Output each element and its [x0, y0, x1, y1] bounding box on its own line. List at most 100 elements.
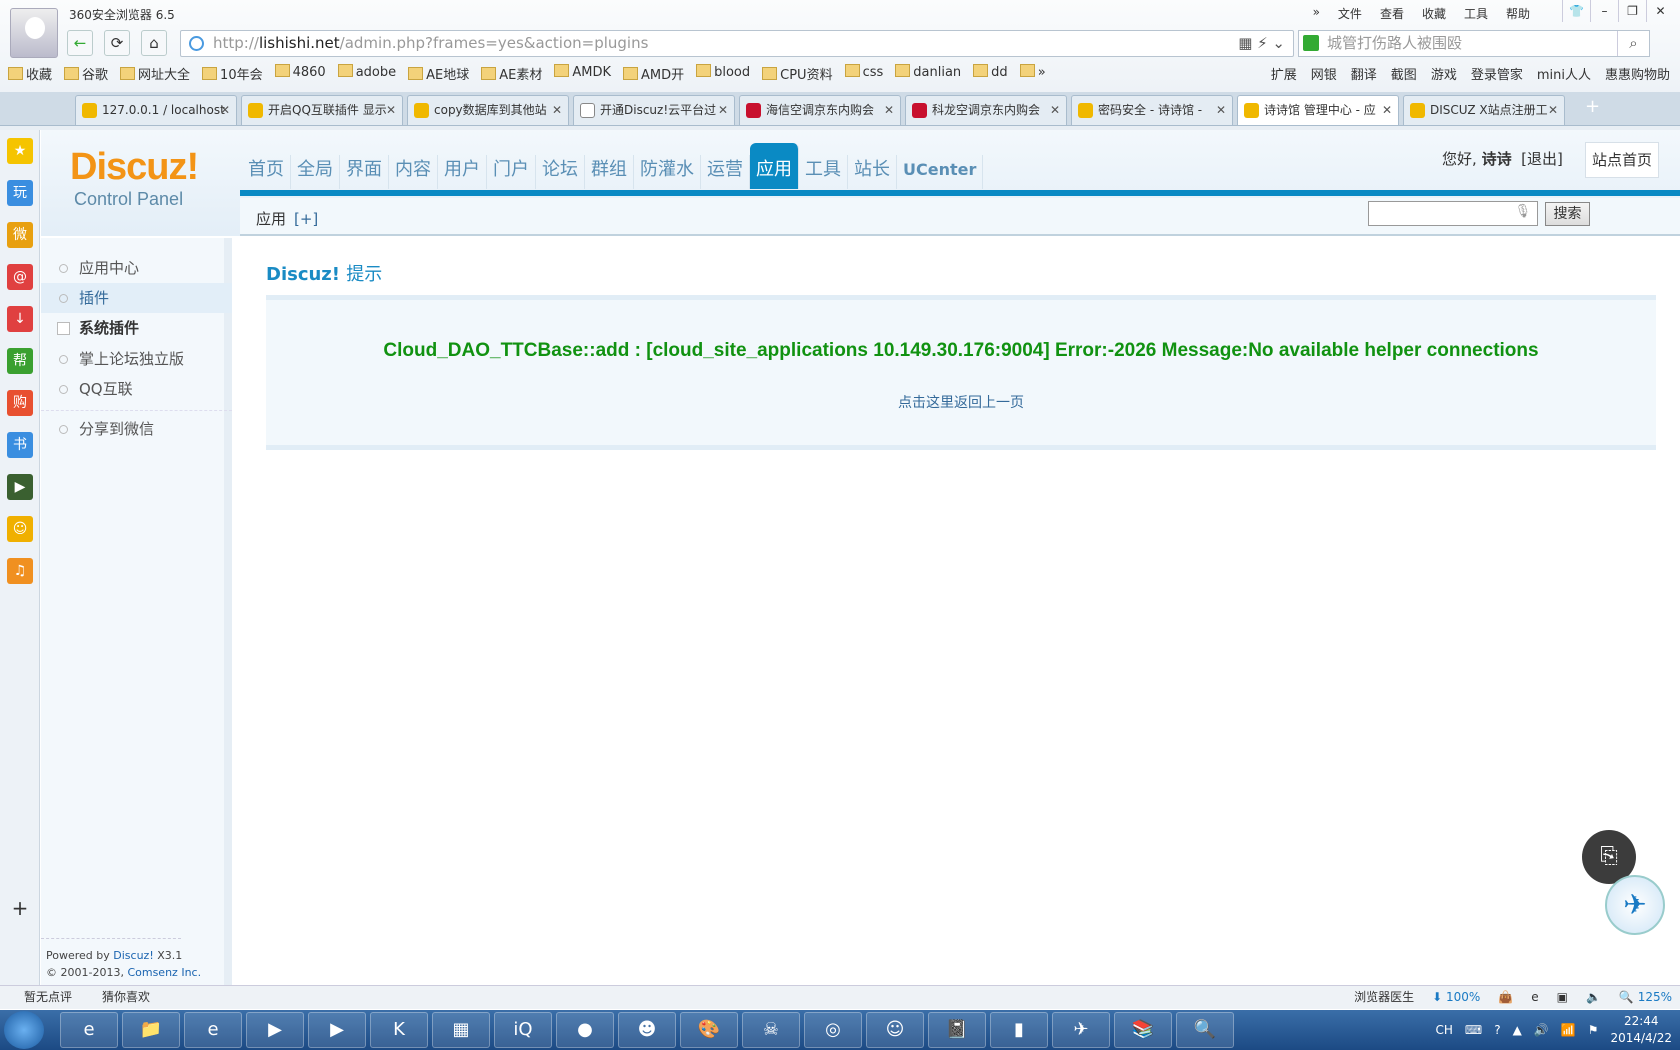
close-tab-icon[interactable]: ✕	[1216, 96, 1226, 124]
side-tool-icon[interactable]: @	[7, 264, 33, 290]
browser-doctor[interactable]: 浏览器医生	[1354, 986, 1414, 1009]
bookmark-item[interactable]: AE素材	[481, 64, 542, 83]
microphone-icon[interactable]: 🎙	[1514, 204, 1531, 219]
ie-icon[interactable]: e	[1531, 986, 1538, 1009]
taskbar-app-icon[interactable]: ▶	[308, 1012, 366, 1048]
toolbar-item[interactable]: 扩展	[1271, 64, 1297, 83]
back-button[interactable]: ←	[67, 30, 93, 56]
toolbar-item[interactable]: 网银	[1311, 64, 1337, 83]
new-tab-icon[interactable]: +	[1585, 96, 1600, 117]
tab[interactable]: copy数据库到其他站 ✕	[407, 95, 569, 125]
taskbar-app-icon[interactable]: ▶	[246, 1012, 304, 1048]
toolbar-item[interactable]: mini人人	[1537, 64, 1591, 83]
taskbar-app-icon[interactable]: ●	[556, 1012, 614, 1048]
bookmark-item[interactable]: AMDK	[554, 64, 611, 83]
admin-search-input[interactable]: 🎙	[1368, 201, 1538, 226]
address-bar[interactable]: http://lishishi.net/admin.php?frames=yes…	[180, 30, 1294, 57]
minimize-button[interactable]: –	[1590, 0, 1618, 22]
volume-icon[interactable]: 🔊	[1534, 1023, 1549, 1037]
taskbar-app-icon[interactable]: 📚	[1114, 1012, 1172, 1048]
toolbar-item[interactable]: 登录管家	[1471, 64, 1523, 83]
sidebar-item[interactable]: 分享到微信	[41, 414, 232, 444]
user-avatar[interactable]	[10, 8, 58, 58]
xunlei-bird-icon[interactable]: ✈	[1605, 875, 1665, 935]
taskbar-app-icon[interactable]: ☠	[742, 1012, 800, 1048]
close-tab-icon[interactable]: ✕	[386, 96, 396, 124]
qr-lightning-dropdown-icon[interactable]: ▦ ⚡ ⌄	[1238, 31, 1285, 56]
side-tool-icon[interactable]: ▶	[7, 474, 33, 500]
bookmark-item[interactable]: adobe	[338, 64, 396, 83]
network-icon[interactable]: 📶	[1561, 1023, 1576, 1037]
tab[interactable]: 海信空调京东内购会 ✕	[739, 95, 901, 125]
tab[interactable]: 开通Discuz!云平台过 ✕	[573, 95, 735, 125]
close-tab-icon[interactable]: ✕	[1548, 96, 1558, 124]
toolbar-item[interactable]: 惠惠购物助	[1605, 64, 1670, 83]
tab[interactable]: 诗诗馆 管理中心 - 应 ✕	[1237, 95, 1399, 125]
bookmark-item[interactable]: 网址大全	[120, 64, 190, 83]
search-button[interactable]: 搜索	[1545, 202, 1590, 226]
bookmark-item[interactable]: 10年会	[202, 64, 263, 83]
tab[interactable]: 科龙空调京东内购会 ✕	[905, 95, 1067, 125]
taskbar-app-icon[interactable]: 📓	[928, 1012, 986, 1048]
bookmark-item[interactable]: 谷歌	[64, 64, 108, 83]
bookmark-item[interactable]: AMD开	[623, 64, 684, 83]
nav-2[interactable]: 界面	[340, 155, 389, 189]
sidebar-item[interactable]: 应用中心	[41, 253, 232, 283]
bookmark-item[interactable]: AE地球	[408, 64, 469, 83]
bookmark-item[interactable]: blood	[696, 64, 750, 83]
skin-icon[interactable]: 👕	[1562, 0, 1590, 22]
side-tool-icon[interactable]: 帮	[7, 348, 33, 374]
help-icon[interactable]: ?	[1494, 1023, 1500, 1037]
nav-12[interactable]: 站长	[848, 155, 897, 189]
no-review-item[interactable]: 暂无点评	[24, 986, 72, 1009]
bookmark-item[interactable]: css	[845, 64, 884, 83]
menu-item[interactable]: 工具	[1464, 5, 1488, 22]
bookmark-item[interactable]: 收藏	[8, 64, 52, 83]
clock[interactable]: 22:44 2014/4/22	[1610, 1013, 1672, 1047]
toolbar-item[interactable]: 游戏	[1431, 64, 1457, 83]
side-tool-icon[interactable]: 玩	[7, 180, 33, 206]
toolbar-item[interactable]: 翻译	[1351, 64, 1377, 83]
tab[interactable]: DISCUZ X站点注册工 ✕	[1403, 95, 1565, 125]
sidebar-item[interactable]: 系统插件	[41, 313, 232, 343]
refresh-button[interactable]: ⟳	[104, 30, 130, 56]
sidebar-item[interactable]: QQ互联	[41, 374, 232, 404]
taskbar-app-icon[interactable]: 🔍	[1176, 1012, 1234, 1048]
menu-item[interactable]: 收藏	[1422, 5, 1446, 22]
taskbar-app-icon[interactable]: ▦	[432, 1012, 490, 1048]
side-tool-icon[interactable]: ☺	[7, 516, 33, 542]
nav-0[interactable]: 首页	[242, 155, 291, 189]
side-tool-icon[interactable]: 微	[7, 222, 33, 248]
go-back-link[interactable]: 点击这里返回上一页	[266, 392, 1656, 412]
search-icon[interactable]: ⌕	[1617, 31, 1649, 56]
bag-icon[interactable]: 👜	[1498, 986, 1513, 1009]
taskbar-app-icon[interactable]: ☺	[866, 1012, 924, 1048]
taskbar-app-icon[interactable]: ✈	[1052, 1012, 1110, 1048]
language-indicator[interactable]: CH	[1435, 1023, 1452, 1037]
nav-7[interactable]: 群组	[585, 155, 634, 189]
taskbar-app-icon[interactable]: e	[184, 1012, 242, 1048]
tab[interactable]: 开启QQ互联插件 显示 ✕	[241, 95, 403, 125]
nav-8[interactable]: 防灌水	[634, 155, 701, 189]
nav-6[interactable]: 论坛	[536, 155, 585, 189]
search-engine-icon[interactable]	[1303, 35, 1319, 51]
side-tool-icon[interactable]: 购	[7, 390, 33, 416]
download-status[interactable]: ⬇ 100%	[1432, 986, 1480, 1009]
taskbar-app-icon[interactable]: ▮	[990, 1012, 1048, 1048]
taskbar-app-icon[interactable]: e	[60, 1012, 118, 1048]
zoom-level[interactable]: 🔍 125%	[1619, 986, 1672, 1009]
tray-expand-icon[interactable]: ▲	[1513, 1023, 1522, 1037]
close-tab-icon[interactable]: ✕	[718, 96, 728, 124]
menu-item[interactable]: 文件	[1338, 5, 1362, 22]
sidebar-item[interactable]: 插件	[41, 283, 232, 313]
taskbar-app-icon[interactable]: K	[370, 1012, 428, 1048]
close-tab-icon[interactable]: ✕	[1050, 96, 1060, 124]
bookmark-item[interactable]: dd	[973, 64, 1008, 83]
close-tab-icon[interactable]: ✕	[884, 96, 894, 124]
bookmark-item[interactable]: 4860	[275, 64, 326, 83]
nav-11[interactable]: 工具	[799, 155, 848, 189]
side-tool-icon[interactable]: ★	[7, 138, 33, 164]
side-tool-icon[interactable]: 书	[7, 432, 33, 458]
taskbar-app-icon[interactable]: 📁	[122, 1012, 180, 1048]
window-icon[interactable]: ▣	[1557, 986, 1568, 1009]
